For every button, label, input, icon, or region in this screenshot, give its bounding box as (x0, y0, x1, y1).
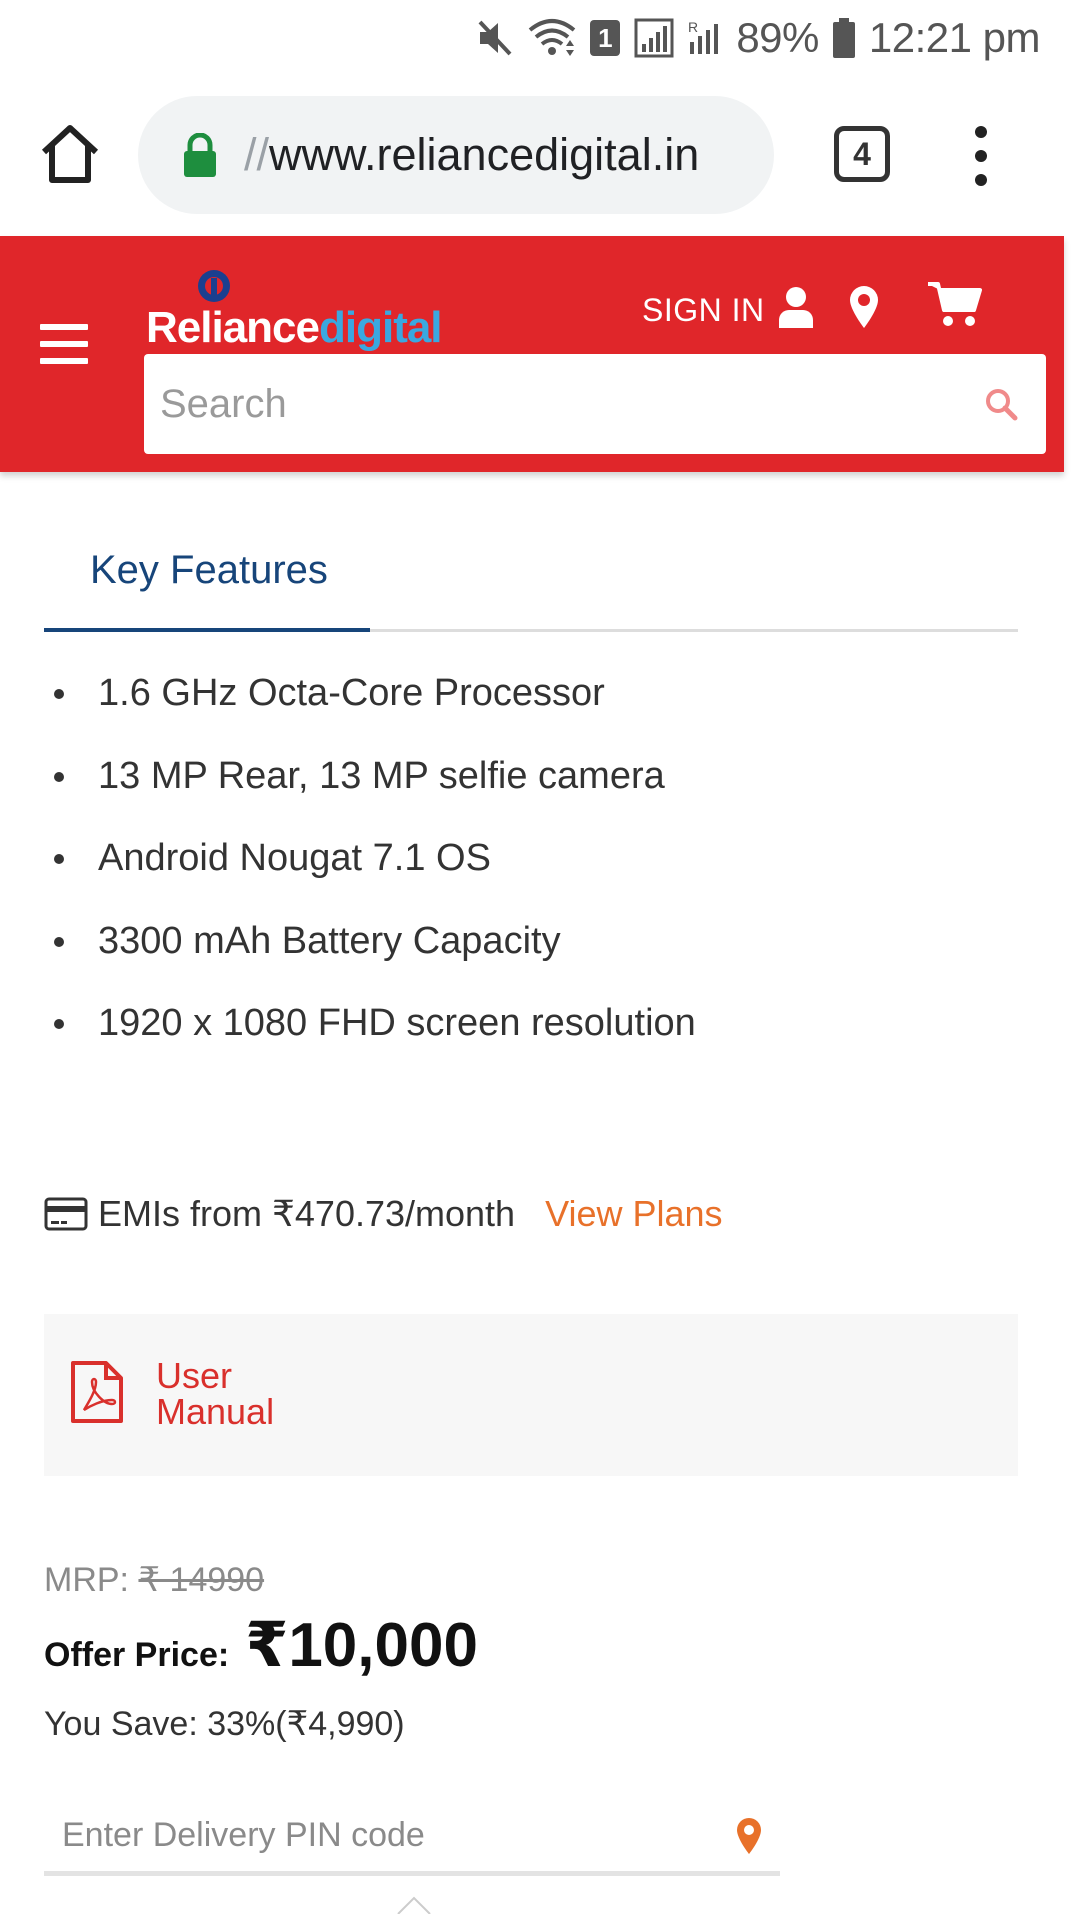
roaming-signal-icon: R (688, 18, 722, 58)
delivery-pin-field (44, 1800, 780, 1876)
offer-price-value: ₹10,000 (245, 1611, 478, 1680)
hamburger-icon[interactable] (40, 324, 88, 364)
feature-item: Android Nougat 7.1 OS (44, 833, 1018, 916)
you-save-text: You Save: 33%(₹4,990) (44, 1705, 405, 1743)
delivery-pin-input[interactable] (44, 1800, 734, 1871)
feature-item: 1920 x 1080 FHD screen resolution (44, 998, 1018, 1081)
lock-icon (184, 133, 216, 177)
mrp-label: MRP: (44, 1561, 129, 1599)
user-manual-link[interactable]: User Manual (156, 1358, 316, 1430)
battery-icon (832, 18, 855, 58)
pdf-icon (71, 1361, 123, 1423)
sign-in-link[interactable]: SIGN IN (642, 292, 765, 329)
logo-text: Reliancedigital (146, 303, 443, 352)
home-icon (41, 125, 99, 183)
wifi-icon (528, 18, 576, 58)
logo-mark-icon (198, 270, 230, 302)
search-box (144, 354, 1046, 454)
status-bar: 1 R 89% 12:21 pm (0, 0, 1080, 74)
feature-item: 1.6 GHz Octa-Core Processor (44, 668, 1018, 751)
emi-row: EMIs from ₹470.73/month View Plans (44, 1186, 723, 1242)
credit-card-icon (44, 1197, 88, 1231)
location-pin-icon[interactable] (848, 284, 880, 330)
dropdown-caret-icon (397, 1896, 431, 1914)
url-scheme: // (244, 129, 270, 180)
reliance-digital-logo[interactable]: Reliancedigital (146, 260, 443, 352)
offer-price-label: Offer Price: (44, 1636, 230, 1674)
emi-text: EMIs from ₹470.73/month (98, 1193, 516, 1234)
url-text: //www.reliancedigital.in (244, 129, 699, 181)
user-manual-card[interactable]: User Manual (44, 1314, 1018, 1476)
view-plans-link[interactable]: View Plans (545, 1193, 722, 1235)
feature-item: 3300 mAh Battery Capacity (44, 916, 1018, 999)
search-input[interactable] (144, 354, 984, 454)
mrp-row: MRP: ₹ 14990 (44, 1560, 264, 1600)
offer-price-row: Offer Price: ₹10,000 (44, 1608, 478, 1688)
site-header: Reliancedigital SIGN IN (0, 236, 1064, 472)
feature-item: 13 MP Rear, 13 MP selfie camera (44, 751, 1018, 834)
key-features-list: 1.6 GHz Octa-Core Processor 13 MP Rear, … (44, 668, 1018, 1081)
svg-text:R: R (688, 19, 698, 35)
user-icon[interactable] (778, 286, 814, 328)
signal-icon (634, 18, 674, 58)
url-host: www.reliancedigital.in (269, 129, 700, 180)
home-button[interactable] (36, 120, 104, 188)
status-icons: 1 R 89% 12:21 pm (476, 10, 1041, 66)
browser-toolbar: //www.reliancedigital.in 4 (0, 74, 1080, 236)
cart-icon[interactable] (926, 280, 982, 328)
sim-badge-icon: 1 (590, 20, 621, 56)
search-icon[interactable] (984, 387, 1018, 421)
mrp-value: ₹ 14990 (138, 1561, 265, 1599)
tab-key-features[interactable]: Key Features (44, 534, 370, 632)
features-tab-bar: Key Features (44, 534, 1018, 632)
tabs-icon[interactable]: 4 (834, 126, 890, 182)
tab-key-features-label: Key Features (90, 548, 328, 592)
mute-icon (476, 18, 514, 58)
location-pin-icon[interactable] (734, 1816, 764, 1856)
battery-percent: 89% (736, 14, 819, 61)
overflow-menu-icon[interactable] (966, 122, 996, 190)
address-bar[interactable]: //www.reliancedigital.in (138, 96, 774, 214)
clock: 12:21 pm (868, 14, 1041, 61)
